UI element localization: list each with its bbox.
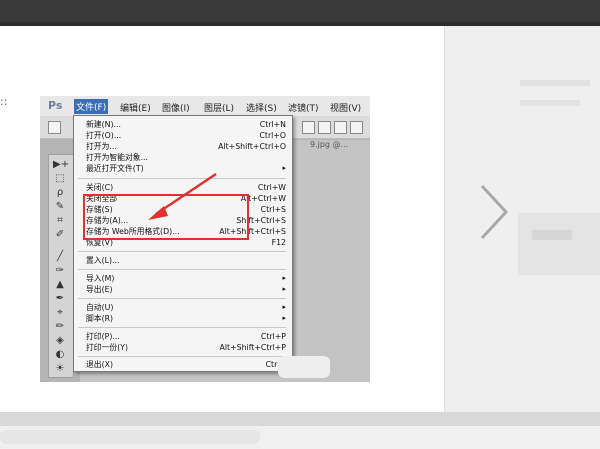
ps-document-tab[interactable]: 9.jpg @... xyxy=(310,140,348,149)
align-icon[interactable] xyxy=(318,121,331,134)
menu-item-print-one-copy[interactable]: 打印一份(Y) Alt+Shift+Ctrl+P xyxy=(74,342,292,353)
menu-item-shortcut: F12 xyxy=(271,238,286,247)
ps-toolbox: ▶+ ⬚ ρ ✎ ⌗ ✐ ╱ ✑ ▲ ✒ ⌖ ✏ ◈ ◐ ☀ xyxy=(48,154,74,378)
menu-item-label: 退出(X) xyxy=(86,360,114,369)
menu-item-label: 最近打开文件(T) xyxy=(86,164,144,173)
submenu-arrow-icon: ▸ xyxy=(282,164,286,172)
submenu-arrow-icon: ▸ xyxy=(282,285,286,293)
menu-item-shortcut: Ctrl+P xyxy=(260,332,286,341)
menu-item-shortcut: Alt+Shift+Ctrl+O xyxy=(218,142,286,151)
menu-item-automate[interactable]: 自动(U) ▸ xyxy=(74,302,292,313)
blur-tool-icon[interactable]: ◈ xyxy=(53,335,67,347)
photoshop-screenshot: Ps 文件(F) 编辑(E) 图像(I) 图层(L) 选择(S) 滤镜(T) 视… xyxy=(40,96,370,382)
align-icon[interactable] xyxy=(350,121,363,134)
tool-preset-icon[interactable] xyxy=(48,121,61,134)
align-icon[interactable] xyxy=(334,121,347,134)
thumbnail-detail xyxy=(532,230,572,240)
menu-item-exit[interactable]: 退出(X) Ctrl+ xyxy=(74,359,292,370)
menu-item-label: 导入(M) xyxy=(86,274,115,283)
menu-item-label: 打印(P)... xyxy=(86,332,120,341)
menu-separator xyxy=(78,251,286,252)
menu-separator xyxy=(78,356,286,357)
menu-item-shortcut: Ctrl+O xyxy=(259,131,286,140)
menu-item-new[interactable]: 新建(N)... Ctrl+N xyxy=(74,119,292,130)
menu-separator xyxy=(78,327,286,328)
align-icon[interactable] xyxy=(302,121,315,134)
menu-item-label: 打印一份(Y) xyxy=(86,343,129,352)
top-bar xyxy=(0,0,600,22)
menu-item-print[interactable]: 打印(P)... Ctrl+P xyxy=(74,331,292,342)
menu-edit[interactable]: 编辑(E) xyxy=(120,101,151,114)
submenu-arrow-icon: ▸ xyxy=(282,274,286,282)
next-image-thumbnail[interactable] xyxy=(518,213,600,275)
menu-item-label: 打开(O)... xyxy=(86,131,122,140)
menu-item-label: 导出(E) xyxy=(86,285,113,294)
menu-item-export[interactable]: 导出(E) ▸ xyxy=(74,284,292,295)
menu-item-import[interactable]: 导入(M) ▸ xyxy=(74,273,292,284)
menu-file[interactable]: 文件(F) xyxy=(74,99,109,114)
quick-select-tool-icon[interactable]: ✎ xyxy=(53,201,67,213)
blurred-watermark xyxy=(278,356,330,378)
menu-item-label: 置入(L)... xyxy=(86,256,120,265)
chevron-right-icon[interactable] xyxy=(474,182,514,242)
dodge-tool-icon[interactable]: ◐ xyxy=(53,349,67,361)
menu-item-open-as[interactable]: 打开为... Alt+Shift+Ctrl+O xyxy=(74,141,292,152)
menu-layer[interactable]: 图层(L) xyxy=(204,101,234,114)
menu-item-close[interactable]: 关闭(C) Ctrl+W xyxy=(74,182,292,193)
menu-item-open[interactable]: 打开(O)... Ctrl+O xyxy=(74,130,292,141)
menu-item-label: 自动(U) xyxy=(86,303,114,312)
bottom-divider xyxy=(0,412,600,426)
menu-filter[interactable]: 滤镜(T) xyxy=(288,101,319,114)
menu-item-scripts[interactable]: 脚本(R) ▸ xyxy=(74,313,292,324)
save-options-highlight-box xyxy=(83,194,249,240)
history-brush-tool-icon[interactable]: ✒ xyxy=(53,293,67,305)
file-menu-dropdown: 新建(N)... Ctrl+N 打开(O)... Ctrl+O 打开为... Alt+… xyxy=(73,115,293,372)
menu-select[interactable]: 选择(S) xyxy=(246,101,277,114)
crop-tool-icon[interactable]: ⌗ xyxy=(53,215,67,227)
lasso-tool-icon[interactable]: ρ xyxy=(53,187,67,199)
ps-menu-bar: Ps 文件(F) 编辑(E) 图像(I) 图层(L) 选择(S) 滤镜(T) 视… xyxy=(40,96,370,117)
menu-separator xyxy=(78,298,286,299)
marquee-tool-icon[interactable]: ⬚ xyxy=(53,173,67,185)
gradient-tool-icon[interactable]: ✏ xyxy=(53,321,67,333)
menu-separator xyxy=(78,178,286,179)
submenu-arrow-icon: ▸ xyxy=(282,314,286,322)
eraser-tool-icon[interactable]: ⌖ xyxy=(53,307,67,319)
blurred-caption xyxy=(0,430,260,444)
eyedropper-tool-icon[interactable]: ✐ xyxy=(53,229,67,241)
left-marker: :: xyxy=(0,95,8,108)
menu-item-shortcut: Alt+Shift+Ctrl+P xyxy=(219,343,286,352)
ps-logo: Ps xyxy=(48,99,63,112)
menu-item-label: 打开为... xyxy=(86,142,117,151)
menu-item-label: 关闭(C) xyxy=(86,183,114,192)
menu-item-label: 脚本(R) xyxy=(86,314,114,323)
menu-item-shortcut: Ctrl+S xyxy=(260,205,286,214)
menu-separator xyxy=(78,269,286,270)
blurred-text-line xyxy=(520,80,590,86)
submenu-arrow-icon: ▸ xyxy=(282,303,286,311)
move-tool-icon[interactable]: ▶+ xyxy=(53,159,69,171)
menu-item-shortcut: Ctrl+W xyxy=(257,183,286,192)
menu-view[interactable]: 视图(V) xyxy=(330,101,361,114)
sponge-tool-icon[interactable]: ☀ xyxy=(53,363,67,375)
menu-image[interactable]: 图像(I) xyxy=(162,101,190,114)
stamp-tool-icon[interactable]: ▲ xyxy=(53,279,67,291)
menu-item-recent-files[interactable]: 最近打开文件(T) ▸ xyxy=(74,163,292,174)
menu-item-open-as-smart-object[interactable]: 打开为智能对象... xyxy=(74,152,292,163)
menu-item-label: 打开为智能对象... xyxy=(86,153,149,162)
blurred-text-line xyxy=(520,100,580,106)
brush-tool-icon[interactable]: ✑ xyxy=(53,265,67,277)
healing-brush-tool-icon[interactable]: ╱ xyxy=(53,251,67,263)
menu-item-place[interactable]: 置入(L)... xyxy=(74,255,292,266)
menu-item-shortcut: Ctrl+N xyxy=(259,120,286,129)
menu-item-label: 新建(N)... xyxy=(86,120,121,129)
